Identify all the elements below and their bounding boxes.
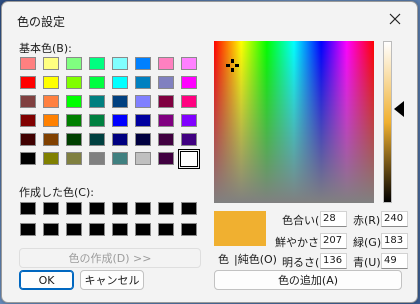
- crosshair-icon: [226, 59, 239, 72]
- basic-color-swatch[interactable]: [66, 152, 82, 165]
- dialog-title: 色の設定: [17, 15, 66, 29]
- basic-color-swatch[interactable]: [112, 95, 128, 108]
- luminance-slider[interactable]: [383, 41, 392, 203]
- basic-color-swatch[interactable]: [112, 114, 128, 127]
- basic-color-swatch[interactable]: [66, 95, 82, 108]
- blue-field[interactable]: 49: [381, 253, 408, 269]
- basic-color-swatch[interactable]: [158, 133, 174, 146]
- basic-color-swatch[interactable]: [112, 133, 128, 146]
- color-label: 色: [218, 253, 229, 266]
- luminance-field[interactable]: 136: [320, 253, 347, 269]
- basic-color-swatch[interactable]: [181, 114, 197, 127]
- basic-color-swatch[interactable]: [89, 133, 105, 146]
- basic-color-swatch[interactable]: [43, 57, 59, 70]
- custom-color-swatch[interactable]: [89, 202, 105, 215]
- basic-color-swatch[interactable]: [43, 76, 59, 89]
- basic-color-swatch[interactable]: [135, 57, 151, 70]
- custom-color-swatch[interactable]: [112, 223, 128, 236]
- basic-color-swatch[interactable]: [20, 133, 36, 146]
- basic-color-swatch[interactable]: [20, 114, 36, 127]
- close-button[interactable]: [375, 4, 415, 34]
- basic-colors-label: 基本色(B):: [19, 42, 72, 55]
- basic-color-swatch[interactable]: [181, 57, 197, 70]
- basic-color-swatch[interactable]: [43, 95, 59, 108]
- basic-color-swatch[interactable]: [66, 133, 82, 146]
- hue-field[interactable]: 28: [320, 211, 347, 227]
- basic-color-swatch[interactable]: [89, 95, 105, 108]
- basic-color-swatch[interactable]: [20, 57, 36, 70]
- basic-color-swatch[interactable]: [135, 95, 151, 108]
- basic-color-swatch[interactable]: [89, 114, 105, 127]
- title-bar: 色の設定: [2, 2, 417, 36]
- basic-color-swatch[interactable]: [158, 57, 174, 70]
- color-preview: [214, 211, 266, 246]
- custom-color-swatch[interactable]: [20, 202, 36, 215]
- solid-color-label[interactable]: |純色(O): [234, 251, 277, 267]
- basic-color-swatch[interactable]: [181, 133, 197, 146]
- custom-color-swatch[interactable]: [66, 202, 82, 215]
- basic-color-swatch[interactable]: [178, 149, 200, 169]
- custom-color-swatch[interactable]: [181, 223, 197, 236]
- close-icon: [389, 13, 401, 25]
- basic-color-swatch[interactable]: [66, 76, 82, 89]
- basic-color-swatch[interactable]: [135, 133, 151, 146]
- basic-color-swatch[interactable]: [158, 76, 174, 89]
- custom-color-swatch[interactable]: [135, 223, 151, 236]
- custom-colors-label: 作成した色(C):: [19, 186, 94, 199]
- cancel-button[interactable]: キャンセル: [80, 270, 144, 290]
- basic-color-swatch[interactable]: [20, 95, 36, 108]
- basic-color-grid: [20, 57, 200, 169]
- basic-color-swatch[interactable]: [135, 114, 151, 127]
- color-dialog: 色の設定 基本色(B): 作成した色(C): 色の作成(D) >> OK キャン…: [1, 1, 418, 303]
- saturation-field[interactable]: 207: [320, 233, 347, 249]
- luminance-arrow-icon[interactable]: [394, 101, 404, 117]
- basic-color-swatch[interactable]: [20, 76, 36, 89]
- custom-color-swatch[interactable]: [135, 202, 151, 215]
- basic-color-swatch[interactable]: [135, 152, 151, 165]
- basic-color-swatch[interactable]: [20, 152, 36, 165]
- red-label: 赤(R):: [353, 214, 384, 227]
- custom-color-swatch[interactable]: [89, 223, 105, 236]
- basic-color-swatch[interactable]: [112, 152, 128, 165]
- custom-color-swatch[interactable]: [181, 202, 197, 215]
- ok-button[interactable]: OK: [19, 270, 74, 290]
- custom-color-swatch[interactable]: [66, 223, 82, 236]
- custom-color-swatch[interactable]: [20, 223, 36, 236]
- basic-color-swatch[interactable]: [43, 114, 59, 127]
- green-field[interactable]: 183: [381, 233, 408, 249]
- basic-color-swatch[interactable]: [112, 76, 128, 89]
- basic-color-swatch[interactable]: [66, 114, 82, 127]
- custom-color-swatch[interactable]: [158, 223, 174, 236]
- basic-color-swatch[interactable]: [89, 57, 105, 70]
- basic-color-swatch[interactable]: [158, 114, 174, 127]
- custom-color-swatch[interactable]: [43, 202, 59, 215]
- basic-color-swatch[interactable]: [112, 57, 128, 70]
- basic-color-swatch[interactable]: [89, 76, 105, 89]
- red-field[interactable]: 240: [381, 211, 408, 227]
- basic-color-swatch[interactable]: [43, 152, 59, 165]
- add-to-custom-colors-button[interactable]: 色の追加(A): [214, 270, 402, 290]
- basic-color-swatch[interactable]: [158, 152, 174, 165]
- custom-color-swatch[interactable]: [112, 202, 128, 215]
- basic-color-swatch[interactable]: [181, 95, 197, 108]
- custom-color-swatch[interactable]: [158, 202, 174, 215]
- custom-color-grid: [20, 202, 197, 236]
- define-custom-colors-button[interactable]: 色の作成(D) >>: [19, 248, 201, 268]
- basic-color-swatch[interactable]: [181, 76, 197, 89]
- basic-color-swatch[interactable]: [158, 95, 174, 108]
- blue-label: 青(U):: [353, 256, 385, 269]
- basic-color-swatch[interactable]: [66, 57, 82, 70]
- custom-color-swatch[interactable]: [43, 223, 59, 236]
- basic-color-swatch[interactable]: [89, 152, 105, 165]
- basic-color-swatch[interactable]: [43, 133, 59, 146]
- basic-color-swatch[interactable]: [135, 76, 151, 89]
